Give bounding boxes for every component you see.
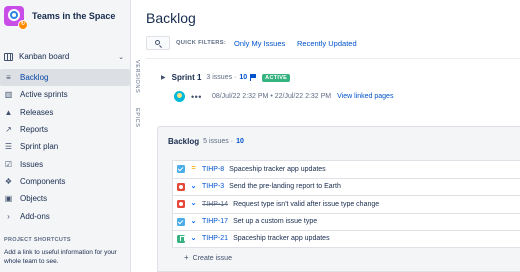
quick-filters-label: QUICK FILTERS: bbox=[176, 40, 227, 46]
priority-low-icon: ⌄ bbox=[190, 182, 197, 190]
priority-low-icon: ⌄ bbox=[190, 217, 197, 225]
task-type-icon bbox=[177, 217, 185, 226]
sidebar-item-backlog[interactable]: ≡ Backlog bbox=[0, 69, 130, 87]
issue-summary: Spaceship tracker app updates bbox=[229, 165, 326, 173]
sprint-estimate: 10 bbox=[239, 74, 248, 81]
issue-summary: Request type isn't valid after issue typ… bbox=[233, 200, 380, 208]
more-actions-icon[interactable]: ••• bbox=[191, 92, 202, 102]
task-type-icon bbox=[177, 165, 185, 174]
issue-list: = TIHP-8 Spaceship tracker app updates ⌄… bbox=[172, 160, 520, 248]
caret-right-icon[interactable]: ▶ bbox=[161, 74, 166, 81]
sidebar-item-label: Issues bbox=[20, 159, 44, 169]
search-icon bbox=[155, 40, 160, 45]
bug-type-icon bbox=[177, 200, 185, 209]
sidebar-item-label: Reports bbox=[20, 125, 49, 135]
priority-low-icon: ⌄ bbox=[190, 200, 197, 208]
backlog-header: Backlog 5 issues · 10 bbox=[168, 137, 244, 146]
sidebar-item-label: Objects bbox=[20, 194, 48, 204]
list-item[interactable]: ⌄ TIHP-17 Set up a custom issue type bbox=[172, 212, 520, 230]
backlog-title: Backlog bbox=[168, 137, 200, 146]
backlog-issue-count: 5 issues · bbox=[203, 138, 234, 145]
backlog-icon: ≡ bbox=[6, 73, 11, 83]
project-header[interactable]: ↻ Teams in the Space bbox=[4, 6, 116, 30]
issue-key[interactable]: TIHP-17 bbox=[202, 218, 228, 225]
sidebar-nav: ≡ Backlog ▥ Active sprints ▲ Releases ↗ … bbox=[0, 69, 131, 225]
sidebar-item-label: Active sprints bbox=[20, 90, 68, 100]
sidebar-item-label: Sprint plan bbox=[20, 142, 59, 152]
view-linked-pages-link[interactable]: View linked pages bbox=[337, 93, 393, 100]
sidebar-item-label: Backlog bbox=[20, 73, 49, 83]
sidebar-item-issues[interactable]: ☑ Issues bbox=[0, 155, 130, 172]
list-item[interactable]: = TIHP-8 Spaceship tracker app updates bbox=[172, 160, 520, 178]
sidebar-item-active-sprints[interactable]: ▥ Active sprints bbox=[0, 86, 130, 103]
chevron-right-icon: › bbox=[7, 211, 10, 221]
reports-icon: ↗ bbox=[5, 125, 12, 135]
issue-summary: Spaceship tracker app updates bbox=[233, 235, 330, 243]
issues-icon: ☑ bbox=[4, 159, 13, 169]
project-avatar: ↻ bbox=[4, 6, 28, 30]
issue-key[interactable]: TIHP-3 bbox=[202, 183, 224, 190]
plus-icon: + bbox=[184, 253, 189, 262]
project-sidebar: ↻ Teams in the Space Kanban board ⌄ ≡ Ba… bbox=[0, 0, 131, 272]
project-name: Teams in the Space bbox=[32, 11, 116, 21]
sidebar-item-objects[interactable]: ▣ Objects bbox=[0, 190, 130, 207]
issue-key[interactable]: TIHP-8 bbox=[202, 166, 224, 173]
sidebar-item-sprint-plan[interactable]: ☰ Sprint plan bbox=[0, 138, 130, 155]
search-input[interactable] bbox=[146, 36, 170, 50]
sidebar-item-label: Add-ons bbox=[20, 211, 50, 221]
filter-only-my-issues[interactable]: Only My Issues bbox=[234, 39, 285, 48]
bug-type-icon bbox=[177, 182, 185, 191]
priority-medium-icon: = bbox=[191, 165, 196, 173]
components-icon: ❖ bbox=[4, 176, 13, 186]
epics-tab[interactable]: EPICS bbox=[134, 108, 140, 128]
list-item[interactable]: ⌄ TIHP-3 Send the pre-landing report to … bbox=[172, 177, 520, 195]
issue-summary: Set up a custom issue type bbox=[233, 218, 318, 226]
avatar[interactable] bbox=[174, 91, 185, 102]
issue-key[interactable]: TIHP-14 bbox=[202, 201, 228, 208]
list-item[interactable]: ⌄ TIHP-21 Spaceship tracker app updates bbox=[172, 230, 520, 248]
sidebar-item-label: Releases bbox=[20, 107, 54, 117]
chevron-down-icon: ⌄ bbox=[118, 53, 124, 61]
sprint-issue-count: 3 issues · bbox=[206, 74, 237, 81]
create-issue-label: Create issue bbox=[192, 255, 232, 262]
priority-low-icon: ⌄ bbox=[190, 234, 197, 242]
releases-icon: ▲ bbox=[4, 107, 13, 117]
list-item[interactable]: ⌄ TIHP-14 Request type isn't valid after… bbox=[172, 195, 520, 213]
sidebar-item-add-ons[interactable]: › Add-ons bbox=[0, 207, 130, 224]
issue-key[interactable]: TIHP-21 bbox=[202, 235, 228, 242]
versions-tab[interactable]: VERSIONS bbox=[134, 60, 140, 93]
board-selector-label: Kanban board bbox=[19, 52, 70, 61]
page-title: Backlog bbox=[146, 10, 196, 26]
issue-summary: Send the pre-landing report to Earth bbox=[229, 183, 341, 191]
project-shortcuts-heading: PROJECT SHORTCUTS bbox=[4, 237, 71, 243]
status-badge: ACTIVE bbox=[262, 73, 291, 82]
board-icon bbox=[4, 52, 13, 61]
project-logo-icon bbox=[8, 9, 20, 21]
sprint-dates: 08/Jul/22 2:32 PM • 22/Jul/22 2:32 PM bbox=[211, 93, 332, 100]
filter-recently-updated[interactable]: Recently Updated bbox=[297, 39, 357, 48]
sidebar-item-label: Components bbox=[20, 176, 66, 186]
objects-icon: ▣ bbox=[4, 194, 13, 204]
sidebar-item-reports[interactable]: ↗ Reports bbox=[0, 121, 130, 138]
story-type-icon bbox=[177, 234, 185, 243]
active-sprints-icon: ▥ bbox=[4, 90, 13, 100]
sidebar-item-components[interactable]: ❖ Components bbox=[0, 173, 130, 190]
sprint-name: Sprint 1 bbox=[171, 73, 202, 82]
sprint-header[interactable]: ▶ Sprint 1 3 issues · 10 ACTIVE bbox=[161, 73, 291, 82]
flag-icon bbox=[250, 74, 257, 81]
backlog-panel: Backlog 5 issues · 10 = TIHP-8 Spaceship… bbox=[157, 126, 520, 272]
backlog-estimate: 10 bbox=[236, 138, 244, 145]
project-shortcuts-text: Add a link to useful information for you… bbox=[4, 249, 117, 265]
side-rail: VERSIONS EPICS bbox=[131, 56, 144, 272]
refresh-badge-icon: ↻ bbox=[18, 20, 28, 30]
sidebar-item-releases[interactable]: ▲ Releases bbox=[0, 104, 130, 121]
create-issue-button[interactable]: + Create issue bbox=[184, 253, 232, 262]
sprint-meta: ••• 08/Jul/22 2:32 PM • 22/Jul/22 2:32 P… bbox=[174, 91, 393, 102]
sprint-plan-icon: ☰ bbox=[4, 142, 13, 152]
board-selector[interactable]: Kanban board ⌄ bbox=[4, 52, 126, 61]
divider bbox=[146, 58, 520, 59]
